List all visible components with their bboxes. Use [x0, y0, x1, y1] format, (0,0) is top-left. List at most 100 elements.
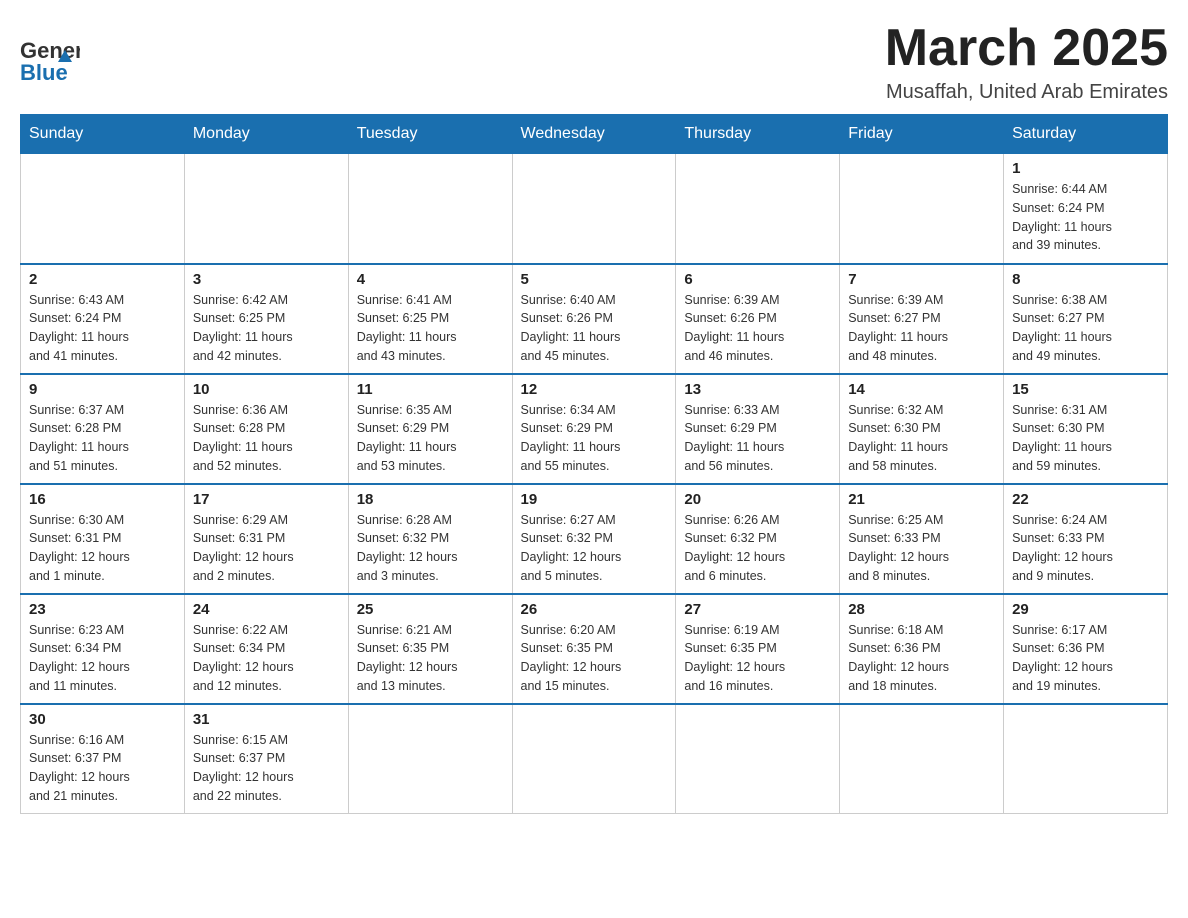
- calendar-cell: 20 Sunrise: 6:26 AM Sunset: 6:32 PM Dayli…: [676, 484, 840, 594]
- page-header: General Blue March 2025 Musaffah, United…: [20, 20, 1168, 104]
- day-number: 12: [521, 381, 668, 398]
- day-info: Sunrise: 6:26 AM Sunset: 6:32 PM Dayligh…: [684, 511, 831, 586]
- day-number: 28: [848, 601, 995, 618]
- col-saturday: Saturday: [1004, 115, 1168, 154]
- calendar-week-5: 23Sunrise: 6:23 AM Sunset: 6:34 PM Dayli…: [21, 594, 1168, 704]
- day-number: 3: [193, 271, 340, 288]
- day-number: 17: [193, 491, 340, 508]
- calendar-cell: [840, 704, 1004, 814]
- day-info: Sunrise: 6:20 AM Sunset: 6:35 PM Dayligh…: [521, 621, 668, 696]
- day-info: Sunrise: 6:37 AM Sunset: 6:28 PM Dayligh…: [29, 401, 176, 476]
- day-number: 24: [193, 601, 340, 618]
- day-number: 9: [29, 381, 176, 398]
- calendar-cell: [512, 154, 676, 264]
- col-monday: Monday: [184, 115, 348, 154]
- calendar-cell: 28 Sunrise: 6:18 AM Sunset: 6:36 PM Dayli…: [840, 594, 1004, 704]
- day-info: Sunrise: 6:39 AM Sunset: 6:27 PM Dayligh…: [848, 291, 995, 366]
- calendar-week-4: 16Sunrise: 6:30 AM Sunset: 6:31 PM Dayli…: [21, 484, 1168, 594]
- calendar-week-3: 9 Sunrise: 6:37 AM Sunset: 6:28 PM Daylig…: [21, 374, 1168, 484]
- svg-text:Blue: Blue: [20, 60, 68, 85]
- calendar-cell: [348, 704, 512, 814]
- day-number: 20: [684, 491, 831, 508]
- calendar-cell: 24 Sunrise: 6:22 AM Sunset: 6:34 PM Dayli…: [184, 594, 348, 704]
- day-info: Sunrise: 6:34 AM Sunset: 6:29 PM Dayligh…: [521, 401, 668, 476]
- day-number: 19: [521, 491, 668, 508]
- calendar-cell: [676, 704, 840, 814]
- calendar-week-2: 2 Sunrise: 6:43 AM Sunset: 6:24 PM Daylig…: [21, 264, 1168, 374]
- calendar-cell: 29Sunrise: 6:17 AM Sunset: 6:36 PM Dayli…: [1004, 594, 1168, 704]
- calendar-cell: [840, 154, 1004, 264]
- header-row: Sunday Monday Tuesday Wednesday Thursday…: [21, 115, 1168, 154]
- calendar-cell: 9 Sunrise: 6:37 AM Sunset: 6:28 PM Daylig…: [21, 374, 185, 484]
- day-info: Sunrise: 6:27 AM Sunset: 6:32 PM Dayligh…: [521, 511, 668, 586]
- calendar-cell: 8 Sunrise: 6:38 AM Sunset: 6:27 PM Daylig…: [1004, 264, 1168, 374]
- day-number: 27: [684, 601, 831, 618]
- day-info: Sunrise: 6:35 AM Sunset: 6:29 PM Dayligh…: [357, 401, 504, 476]
- day-info: Sunrise: 6:22 AM Sunset: 6:34 PM Dayligh…: [193, 621, 340, 696]
- calendar-cell: 11Sunrise: 6:35 AM Sunset: 6:29 PM Dayli…: [348, 374, 512, 484]
- day-number: 30: [29, 711, 176, 728]
- calendar-cell: 14 Sunrise: 6:32 AM Sunset: 6:30 PM Dayli…: [840, 374, 1004, 484]
- location: Musaffah, United Arab Emirates: [885, 81, 1168, 104]
- day-number: 8: [1012, 271, 1159, 288]
- calendar-cell: 27Sunrise: 6:19 AM Sunset: 6:35 PM Dayli…: [676, 594, 840, 704]
- day-info: Sunrise: 6:28 AM Sunset: 6:32 PM Dayligh…: [357, 511, 504, 586]
- calendar-cell: 18 Sunrise: 6:28 AM Sunset: 6:32 PM Dayli…: [348, 484, 512, 594]
- day-number: 29: [1012, 601, 1159, 618]
- calendar-cell: 21Sunrise: 6:25 AM Sunset: 6:33 PM Dayli…: [840, 484, 1004, 594]
- calendar-cell: 12 Sunrise: 6:34 AM Sunset: 6:29 PM Dayli…: [512, 374, 676, 484]
- day-number: 25: [357, 601, 504, 618]
- day-info: Sunrise: 6:32 AM Sunset: 6:30 PM Dayligh…: [848, 401, 995, 476]
- col-friday: Friday: [840, 115, 1004, 154]
- day-info: Sunrise: 6:15 AM Sunset: 6:37 PM Dayligh…: [193, 731, 340, 806]
- day-info: Sunrise: 6:29 AM Sunset: 6:31 PM Dayligh…: [193, 511, 340, 586]
- day-info: Sunrise: 6:40 AM Sunset: 6:26 PM Dayligh…: [521, 291, 668, 366]
- day-number: 18: [357, 491, 504, 508]
- day-info: Sunrise: 6:38 AM Sunset: 6:27 PM Dayligh…: [1012, 291, 1159, 366]
- day-number: 31: [193, 711, 340, 728]
- calendar-cell: 7 Sunrise: 6:39 AM Sunset: 6:27 PM Daylig…: [840, 264, 1004, 374]
- day-info: Sunrise: 6:43 AM Sunset: 6:24 PM Dayligh…: [29, 291, 176, 366]
- day-info: Sunrise: 6:33 AM Sunset: 6:29 PM Dayligh…: [684, 401, 831, 476]
- calendar-cell: 19 Sunrise: 6:27 AM Sunset: 6:32 PM Dayli…: [512, 484, 676, 594]
- day-number: 6: [684, 271, 831, 288]
- day-number: 1: [1012, 160, 1159, 177]
- day-info: Sunrise: 6:39 AM Sunset: 6:26 PM Dayligh…: [684, 291, 831, 366]
- day-info: Sunrise: 6:18 AM Sunset: 6:36 PM Dayligh…: [848, 621, 995, 696]
- month-title: March 2025: [885, 20, 1168, 77]
- col-sunday: Sunday: [21, 115, 185, 154]
- calendar-cell: [512, 704, 676, 814]
- day-number: 16: [29, 491, 176, 508]
- calendar-cell: 26 Sunrise: 6:20 AM Sunset: 6:35 PM Dayli…: [512, 594, 676, 704]
- day-info: Sunrise: 6:25 AM Sunset: 6:33 PM Dayligh…: [848, 511, 995, 586]
- day-number: 5: [521, 271, 668, 288]
- day-number: 22: [1012, 491, 1159, 508]
- day-number: 7: [848, 271, 995, 288]
- calendar-cell: 15 Sunrise: 6:31 AM Sunset: 6:30 PM Dayli…: [1004, 374, 1168, 484]
- calendar-week-6: 30 Sunrise: 6:16 AM Sunset: 6:37 PM Dayli…: [21, 704, 1168, 814]
- day-number: 13: [684, 381, 831, 398]
- day-number: 2: [29, 271, 176, 288]
- calendar-cell: 22Sunrise: 6:24 AM Sunset: 6:33 PM Dayli…: [1004, 484, 1168, 594]
- calendar-table: Sunday Monday Tuesday Wednesday Thursday…: [20, 114, 1168, 814]
- day-info: Sunrise: 6:16 AM Sunset: 6:37 PM Dayligh…: [29, 731, 176, 806]
- calendar-cell: 2 Sunrise: 6:43 AM Sunset: 6:24 PM Daylig…: [21, 264, 185, 374]
- calendar-cell: 31 Sunrise: 6:15 AM Sunset: 6:37 PM Dayli…: [184, 704, 348, 814]
- calendar-cell: 10Sunrise: 6:36 AM Sunset: 6:28 PM Dayli…: [184, 374, 348, 484]
- day-number: 26: [521, 601, 668, 618]
- day-info: Sunrise: 6:31 AM Sunset: 6:30 PM Dayligh…: [1012, 401, 1159, 476]
- calendar-cell: [21, 154, 185, 264]
- calendar-cell: 17 Sunrise: 6:29 AM Sunset: 6:31 PM Dayli…: [184, 484, 348, 594]
- col-thursday: Thursday: [676, 115, 840, 154]
- day-number: 15: [1012, 381, 1159, 398]
- calendar-cell: 4Sunrise: 6:41 AM Sunset: 6:25 PM Daylig…: [348, 264, 512, 374]
- col-wednesday: Wednesday: [512, 115, 676, 154]
- day-number: 10: [193, 381, 340, 398]
- calendar-cell: [184, 154, 348, 264]
- day-info: Sunrise: 6:21 AM Sunset: 6:35 PM Dayligh…: [357, 621, 504, 696]
- calendar-cell: 6 Sunrise: 6:39 AM Sunset: 6:26 PM Daylig…: [676, 264, 840, 374]
- calendar-cell: [676, 154, 840, 264]
- day-number: 14: [848, 381, 995, 398]
- title-section: March 2025 Musaffah, United Arab Emirate…: [885, 20, 1168, 104]
- calendar-cell: 30 Sunrise: 6:16 AM Sunset: 6:37 PM Dayli…: [21, 704, 185, 814]
